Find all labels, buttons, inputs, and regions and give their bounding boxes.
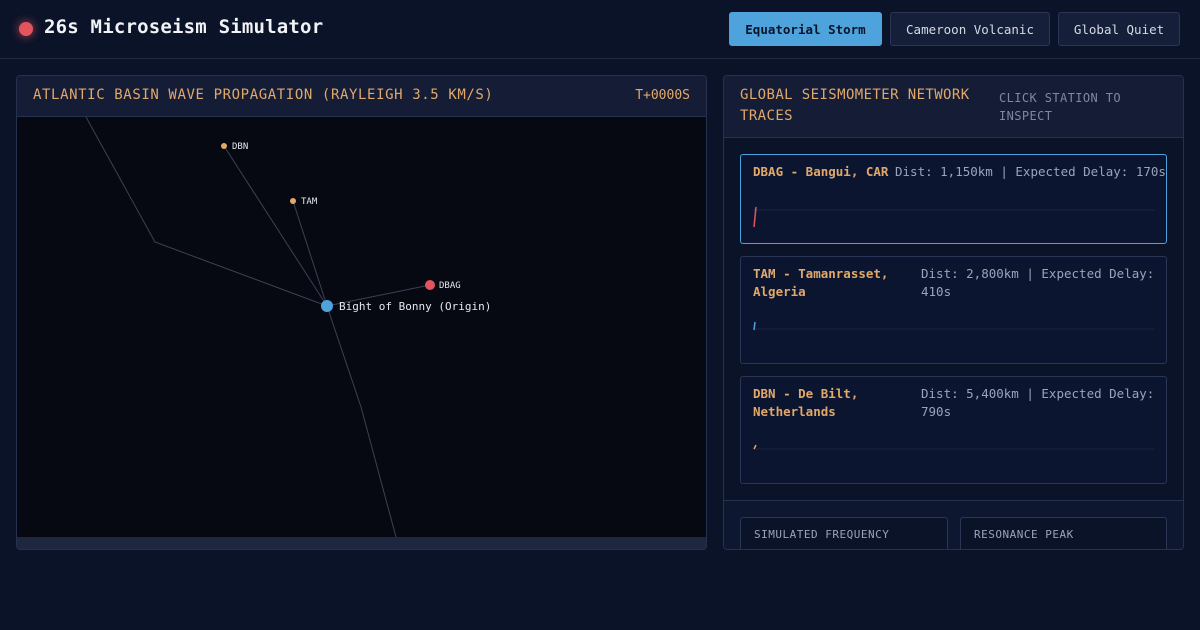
- propagation-map[interactable]: DBN TAM DBAG Bight of Bonny (Origin): [17, 117, 706, 537]
- trace-station-meta: Dist: 5,400km | Expected Delay: 790s: [921, 386, 1155, 419]
- trace-card-dbn[interactable]: DBN - De Bilt, Netherlands Dist: 5,400km…: [740, 376, 1167, 484]
- propagation-ray: [223, 145, 328, 307]
- recording-indicator-icon: [19, 22, 33, 36]
- trace-card-dbag[interactable]: DBAG - Bangui, CAR Dist: 1,150km | Expec…: [740, 154, 1167, 244]
- trace-station-name: DBN - De Bilt, Netherlands: [753, 386, 859, 419]
- origin-label: Bight of Bonny (Origin): [339, 300, 491, 313]
- station-dbn-label: DBN: [232, 142, 248, 152]
- trace-station-name: TAM - Tamanrasset, Algeria: [753, 266, 889, 299]
- origin-point: Bight of Bonny (Origin): [321, 300, 491, 313]
- app-header: 26s Microseism Simulator Equatorial Stor…: [0, 0, 1200, 59]
- network-panel-header: GLOBAL SEISMOMETER NETWORK TRACES CLICK …: [724, 76, 1183, 138]
- map-footer-bar: [17, 537, 706, 549]
- scenario-global-quiet-button[interactable]: Global Quiet: [1058, 12, 1180, 46]
- stat-card-resonance: RESONANCE PEAK: [960, 517, 1167, 549]
- app-title: 26s Microseism Simulator: [44, 16, 324, 38]
- trace-signal: [753, 321, 756, 331]
- seismogram-trace-tam: [753, 321, 1155, 331]
- station-dbag[interactable]: DBAG: [425, 280, 461, 291]
- propagation-ray: [85, 117, 328, 307]
- seismogram-trace-dbag: [753, 206, 1155, 228]
- network-panel-hint: CLICK STATION TO INSPECT: [999, 91, 1121, 123]
- propagation-ray: [326, 305, 397, 537]
- network-panel-title: GLOBAL SEISMOMETER NETWORK TRACES: [740, 87, 970, 124]
- station-dbn[interactable]: DBN: [221, 142, 248, 152]
- propagation-ray: [292, 200, 328, 307]
- scenario-cameroon-volcanic-button[interactable]: Cameroon Volcanic: [890, 12, 1050, 46]
- seismometer-network-panel: GLOBAL SEISMOMETER NETWORK TRACES CLICK …: [723, 75, 1184, 550]
- stat-card-frequency: SIMULATED FREQUENCY: [740, 517, 948, 549]
- simulation-time-readout: T+0000S: [635, 88, 690, 103]
- stats-row: SIMULATED FREQUENCY RESONANCE PEAK: [724, 500, 1183, 549]
- station-dbag-label: DBAG: [439, 281, 461, 291]
- station-tam-marker-icon[interactable]: [290, 198, 296, 204]
- trace-signal: [753, 444, 757, 450]
- station-dbn-marker-icon[interactable]: [221, 143, 227, 149]
- trace-list: DBAG - Bangui, CAR Dist: 1,150km | Expec…: [724, 138, 1183, 500]
- stat-resonance-label: RESONANCE PEAK: [974, 528, 1074, 541]
- trace-station-meta: Dist: 2,800km | Expected Delay: 410s: [921, 266, 1155, 299]
- origin-marker-icon: [321, 300, 333, 312]
- trace-station-meta: Dist: 1,150km | Expected Delay: 170s: [895, 164, 1166, 179]
- station-dbag-marker-icon[interactable]: [425, 280, 435, 290]
- wave-panel-title: ATLANTIC BASIN WAVE PROPAGATION (RAYLEIG…: [33, 87, 494, 103]
- map-canvas: DBN TAM DBAG Bight of Bonny (Origin): [85, 117, 491, 537]
- station-tam-label: TAM: [301, 197, 318, 207]
- seismogram-trace-dbn: [753, 444, 1155, 450]
- wave-panel-header: ATLANTIC BASIN WAVE PROPAGATION (RAYLEIG…: [17, 76, 706, 117]
- trace-station-name: DBAG - Bangui, CAR: [753, 164, 889, 179]
- trace-card-tam[interactable]: TAM - Tamanrasset, Algeria Dist: 2,800km…: [740, 256, 1167, 364]
- stat-frequency-label: SIMULATED FREQUENCY: [754, 528, 890, 541]
- scenario-equatorial-storm-button[interactable]: Equatorial Storm: [729, 12, 882, 46]
- wave-propagation-panel: ATLANTIC BASIN WAVE PROPAGATION (RAYLEIG…: [16, 75, 707, 550]
